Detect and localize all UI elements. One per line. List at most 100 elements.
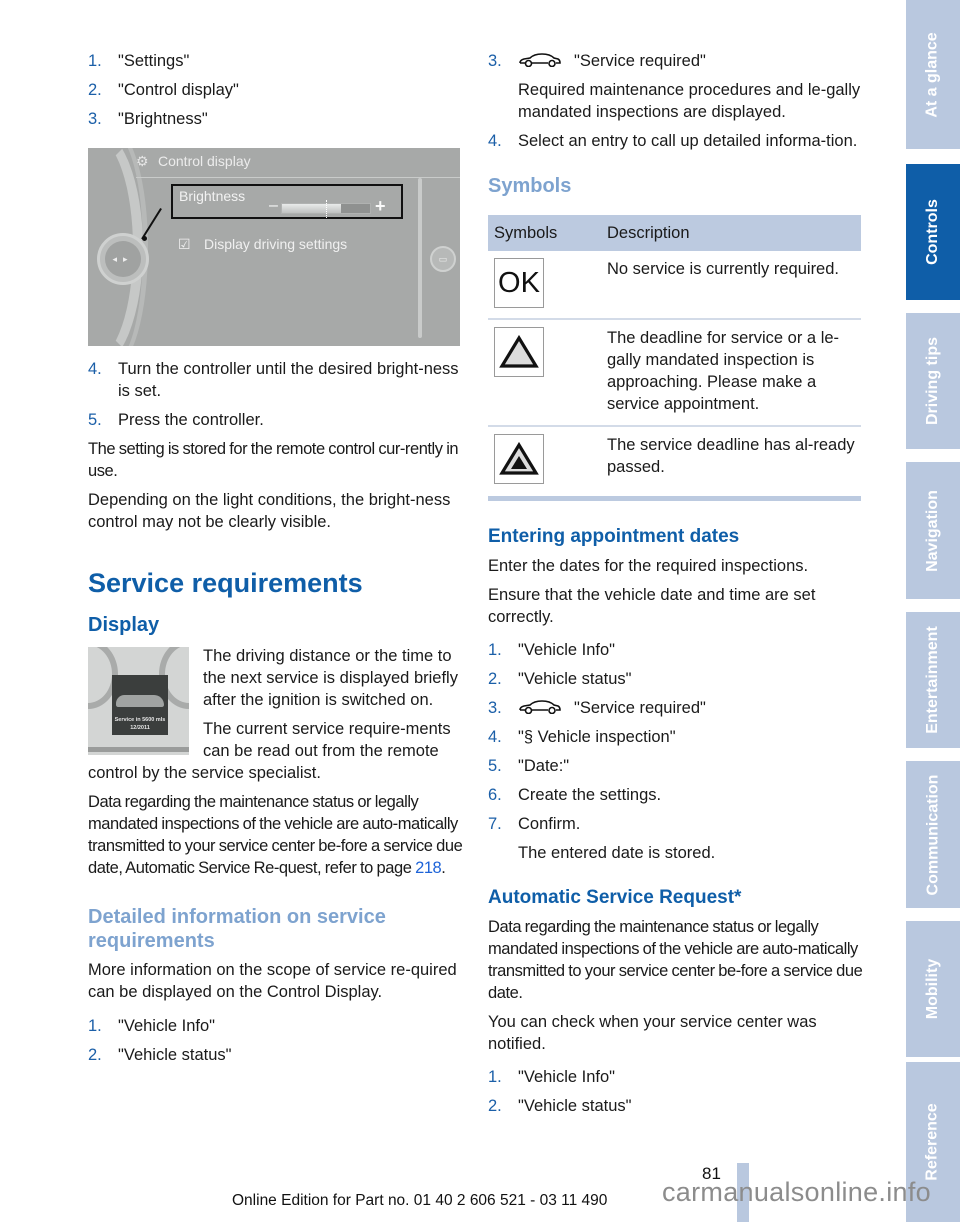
list-item: 3. "Service required" <box>488 50 863 72</box>
table-row: The deadline for service or a le-gally m… <box>488 319 861 427</box>
step-number: 3. <box>88 110 102 128</box>
table-header-row: Symbols Description <box>488 215 861 251</box>
control-display-screenshot: ⚙ Control display Brightness – + ◂▸ ☑ Disp… <box>88 148 460 346</box>
column-header-symbols: Symbols <box>488 215 601 251</box>
step-text: Press the controller. <box>118 411 264 429</box>
table-row: The service deadline has al-ready passed… <box>488 426 861 501</box>
step-number: 3. <box>488 52 502 70</box>
tab-label: Navigation <box>924 489 942 572</box>
step-number: 2. <box>88 81 102 99</box>
column-header-description: Description <box>601 215 861 251</box>
detail-paragraph: More information on the scope of service… <box>88 961 457 1001</box>
tab-label: Driving tips <box>924 336 942 426</box>
controller-arrows-icon: ◂▸ <box>105 241 141 277</box>
car-icon <box>519 53 561 67</box>
instrument-cluster-image: Service in 5600 mls 12/2011 <box>88 647 189 755</box>
step-number: 2. <box>488 670 502 688</box>
asr-steps: 1. "Vehicle Info" 2. "Vehicle status" <box>488 1066 863 1117</box>
overdue-triangle-icon <box>494 434 544 484</box>
description-cell: No service is currently required. <box>601 251 861 320</box>
tab-label: Mobility <box>924 958 941 1020</box>
step-number: 2. <box>488 1097 502 1115</box>
tab-driving-tips[interactable]: Driving tips <box>906 313 960 449</box>
steps-after: 4. Turn the controller until the desired … <box>88 358 463 431</box>
step-text: Turn the controller until the desired br… <box>118 360 459 400</box>
edition-text: Online Edition for Part no. 01 40 2 606 … <box>232 1192 608 1209</box>
data-transmission-paragraph: Data regarding the maintenance status or… <box>88 791 463 879</box>
tab-entertainment[interactable]: Entertainment <box>906 612 960 748</box>
left-column: 1. "Settings" 2. "Control display" 3. "Brig… <box>88 50 463 1073</box>
tab-label: Reference <box>924 1103 941 1181</box>
screen-header: ⚙ Control display <box>136 150 460 178</box>
screen-header-title: Control display <box>158 153 251 169</box>
display-section: Service in 5600 mls 12/2011 The driving … <box>88 645 463 784</box>
appointment-heading: Entering appointment dates <box>488 526 740 547</box>
step-text: "Vehicle status" <box>518 670 632 688</box>
tab-label: At a glance <box>924 31 942 118</box>
asr-paragraph-2: You can check when your service center w… <box>488 1013 817 1053</box>
tab-communication[interactable]: Communication <box>906 761 960 908</box>
step-text: Create the settings. <box>518 786 662 804</box>
list-item: 2. "Vehicle status" <box>88 1044 463 1066</box>
step-text: "Control display" <box>118 81 239 99</box>
tab-label: Controls <box>924 199 941 265</box>
step-number: 1. <box>88 1017 102 1035</box>
tab-label: Entertainment <box>924 626 942 734</box>
data-transmission-text: Data regarding the maintenance status or… <box>88 793 463 877</box>
tab-navigation[interactable]: Navigation <box>906 462 960 599</box>
step-text: "Vehicle Info" <box>518 641 616 659</box>
list-item: 5. "Date:" <box>488 755 863 777</box>
description-cell: The deadline for service or a le-gally m… <box>601 319 861 427</box>
options-button-icon: ▭ <box>430 246 456 272</box>
tab-controls[interactable]: Controls <box>906 164 960 300</box>
appointment-paragraph-1: Enter the dates for the required inspect… <box>488 557 809 575</box>
step-text: "Vehicle status" <box>118 1046 232 1064</box>
car-icon <box>519 700 561 714</box>
step-number: 1. <box>488 641 502 659</box>
step-text: "§ Vehicle inspection" <box>518 728 676 746</box>
step-number: 5. <box>488 757 502 775</box>
stored-setting-paragraph: The setting is stored for the remote con… <box>88 440 459 480</box>
appointment-steps: 1. "Vehicle Info" 2. "Vehicle status" 3. "… <box>488 639 863 835</box>
step-text: "Vehicle Info" <box>518 1068 616 1086</box>
tab-at-a-glance[interactable]: At a glance <box>906 0 960 149</box>
list-item: 6. Create the settings. <box>488 784 863 806</box>
screen-scroll-arc <box>418 178 422 338</box>
list-item: 2. "Vehicle status" <box>488 1095 863 1117</box>
step-text: "Vehicle Info" <box>118 1017 216 1035</box>
ok-icon: OK <box>494 258 544 308</box>
list-item: 2. "Vehicle status" <box>488 668 863 690</box>
step3-detail: Required maintenance procedures and le-g… <box>518 81 861 121</box>
step-number: 2. <box>88 1046 102 1064</box>
brightness-slider <box>281 200 371 218</box>
brightness-label: Brightness <box>179 188 246 204</box>
asr-heading: Automatic Service Request* <box>488 887 742 908</box>
symbol-cell <box>488 426 601 501</box>
step-number: 1. <box>488 1068 502 1086</box>
minus-icon: – <box>269 197 278 214</box>
list-item: 4. Turn the controller until the desired … <box>88 358 463 402</box>
page-218-link[interactable]: 218 <box>415 859 442 877</box>
display-driving-settings-item: ☑ Display driving settings <box>178 234 347 254</box>
light-conditions-paragraph: Depending on the light conditions, the b… <box>88 491 451 531</box>
description-cell: The service deadline has al-ready passed… <box>601 426 861 501</box>
symbol-cell <box>488 319 601 427</box>
callout-dot <box>142 236 147 241</box>
service-steps: 3. "Service required" <box>488 50 863 72</box>
list-item: 1. "Vehicle Info" <box>88 1015 463 1037</box>
warning-triangle-icon <box>494 327 544 377</box>
detailed-info-heading: Detailed information on service requirem… <box>88 906 386 952</box>
list-item: 7. Confirm. <box>488 813 863 835</box>
cluster-strip <box>88 747 189 752</box>
service-step-4: 4. Select an entry to call up detailed in… <box>488 130 863 152</box>
service-distance-text: Service in 5600 mls <box>114 717 166 723</box>
step-text: "Settings" <box>118 52 190 70</box>
list-item: 1. "Vehicle Info" <box>488 639 863 661</box>
step-text-wrap: "Service required" <box>518 50 863 72</box>
list-item: 4. Select an entry to call up detailed in… <box>488 130 863 152</box>
step-number: 3. <box>488 699 502 717</box>
asr-paragraph-1: Data regarding the maintenance status or… <box>488 918 863 1002</box>
tab-mobility[interactable]: Mobility <box>906 921 960 1057</box>
step-number: 4. <box>88 360 102 378</box>
step-number: 7. <box>488 815 502 833</box>
